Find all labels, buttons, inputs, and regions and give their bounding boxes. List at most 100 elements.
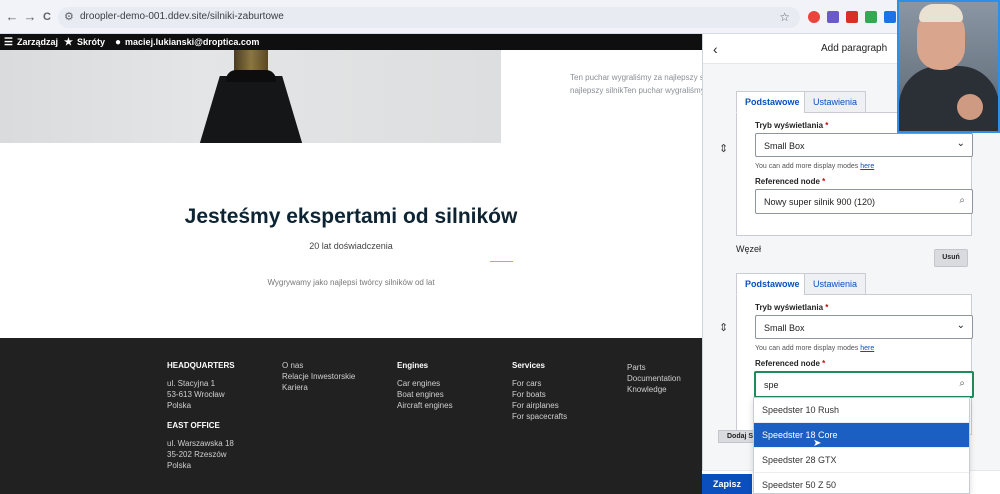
autocomplete-option[interactable]: Speedster 28 GTX	[754, 448, 969, 473]
autocomplete-option[interactable]: Speedster 50 Z 50	[754, 473, 969, 493]
referenced-node-value: spe	[764, 380, 779, 390]
required-mark: *	[825, 121, 829, 130]
footer-line: Polska	[167, 461, 192, 470]
footer-line: 53-613 Wrocław	[167, 390, 225, 399]
drag-handle-icon[interactable]: ⇕	[719, 142, 728, 155]
lamp-image	[0, 50, 501, 143]
display-mode-select[interactable]: Small Box ⌄	[755, 315, 973, 339]
back-arrow-icon[interactable]: ←	[4, 9, 20, 25]
extension-icon[interactable]	[808, 11, 820, 23]
bookmark-star-icon[interactable]: ☆	[779, 10, 790, 24]
lamp-shade	[199, 76, 303, 143]
tab-settings[interactable]: Ustawienia	[804, 273, 867, 295]
footer-col-hq: HEADQUARTERS ul. Stacyjna 1 53-613 Wrocł…	[167, 360, 235, 471]
toolbar-user-label: maciej.lukianski@droptica.com	[125, 37, 260, 47]
display-mode-value: Small Box	[764, 141, 805, 151]
remove-button[interactable]: Usuń	[934, 249, 968, 267]
section-subheading: 20 lat doświadczenia	[309, 241, 393, 251]
drag-handle-icon[interactable]: ⇕	[719, 321, 728, 334]
cup-text-line: najlepszy silnikTen puchar wygraliśmy	[570, 86, 702, 95]
site-settings-icon[interactable]: ⚙	[64, 10, 74, 23]
address-bar[interactable]: ⚙ droopler-demo-001.ddev.site/silniki-za…	[58, 7, 800, 28]
node-label: Węzeł	[736, 244, 762, 254]
tab-settings[interactable]: Ustawienia	[804, 91, 867, 113]
tab-basic[interactable]: Podstawowe	[736, 91, 809, 113]
cup-description: Ten puchar wygraliśmy za najlepszy silni…	[570, 71, 702, 97]
lamp-cap	[226, 70, 276, 82]
star-icon: ★	[64, 37, 73, 48]
search-icon: ⌕	[959, 378, 965, 389]
display-mode-hint: You can add more display modes here	[755, 163, 874, 170]
toolbar-shortcuts-label: Skróty	[76, 37, 105, 47]
user-icon: ●	[115, 37, 122, 48]
footer-link[interactable]: For airplanes	[512, 400, 567, 411]
autocomplete-dropdown: Speedster 10 Rush Speedster 18 Core Spee…	[753, 397, 970, 494]
extension-icon[interactable]	[846, 11, 858, 23]
section-lead: Wygrywamy jako najlepsi twórcy silników …	[267, 278, 435, 287]
footer-heading: HEADQUARTERS	[167, 361, 235, 370]
site-footer: HEADQUARTERS ul. Stacyjna 1 53-613 Wrocł…	[0, 338, 702, 494]
hint-link[interactable]: here	[860, 163, 874, 170]
panel-back-icon[interactable]: ‹	[713, 41, 718, 57]
tab-basic[interactable]: Podstawowe	[736, 273, 809, 295]
display-mode-label-text: Tryb wyświetlania	[755, 121, 824, 130]
referenced-node-label-text: Referenced node	[755, 359, 820, 368]
footer-heading: EAST OFFICE	[167, 421, 220, 430]
cup-text-line: Ten puchar wygraliśmy za najlepszy silni	[570, 73, 702, 82]
autocomplete-option[interactable]: Speedster 10 Rush	[754, 398, 969, 423]
footer-heading: Engines	[397, 361, 429, 370]
footer-link[interactable]: For cars	[512, 378, 567, 389]
display-mode-select[interactable]: Small Box ⌄	[755, 133, 973, 157]
footer-link[interactable]: Relacje Inwestorskie	[282, 371, 355, 382]
menu-icon: ☰	[4, 37, 13, 48]
browser-chrome: ← → C ⚙ droopler-demo-001.ddev.site/siln…	[0, 0, 1000, 34]
extension-icon[interactable]	[884, 11, 896, 23]
footer-link[interactable]: Knowledge	[627, 384, 681, 395]
footer-link[interactable]: For boats	[512, 389, 567, 400]
extension-icon[interactable]	[865, 11, 877, 23]
webcam-overlay	[897, 0, 1000, 133]
section-heading: Jesteśmy ekspertami od silników	[184, 205, 518, 228]
referenced-node-input[interactable]: Nowy super silnik 900 (120) ⌕	[755, 189, 973, 214]
footer-link[interactable]: Aircraft engines	[397, 400, 453, 411]
save-button[interactable]: Zapisz	[702, 474, 752, 494]
add-paragraph-button[interactable]: Dodaj Si	[718, 430, 758, 443]
admin-toolbar: ☰ Zarządzaj ★ Skróty ● maciej.lukianski@dro…	[0, 34, 702, 50]
referenced-node-label: Referenced node *	[755, 177, 825, 186]
panel-title: Add paragraph	[821, 43, 888, 54]
url-text: droopler-demo-001.ddev.site/silniki-zabu…	[80, 11, 284, 22]
autocomplete-option-selected[interactable]: Speedster 18 Core	[754, 423, 969, 448]
required-mark: *	[822, 177, 826, 186]
chevron-down-icon: ⌄	[956, 138, 965, 149]
footer-line: ul. Warszawska 18	[167, 439, 234, 448]
display-mode-label: Tryb wyświetlania *	[755, 121, 828, 130]
toolbar-manage[interactable]: ☰ Zarządzaj	[4, 34, 58, 50]
display-mode-label-text: Tryb wyświetlania	[755, 303, 824, 312]
toolbar-user[interactable]: ● maciej.lukianski@droptica.com	[115, 34, 259, 50]
footer-link[interactable]: Car engines	[397, 378, 453, 389]
footer-col-engines: Engines Car engines Boat engines Aircraf…	[397, 360, 453, 411]
accent-divider	[490, 261, 513, 262]
footer-link[interactable]: O nas	[282, 360, 355, 371]
chevron-down-icon: ⌄	[956, 320, 965, 331]
required-mark: *	[825, 303, 829, 312]
webcam-person-hair	[919, 4, 963, 22]
hint-text: You can add more display modes	[755, 345, 861, 352]
forward-arrow-icon[interactable]: →	[22, 9, 38, 25]
footer-col-resources: Parts Documentation Knowledge	[627, 362, 681, 395]
footer-line: ul. Stacyjna 1	[167, 379, 216, 388]
footer-link[interactable]: Kariera	[282, 382, 355, 393]
webcam-person-torso	[899, 66, 998, 131]
referenced-node-input[interactable]: spe ⌕	[754, 371, 974, 398]
footer-link[interactable]: For spacecrafts	[512, 411, 567, 422]
hint-link[interactable]: here	[860, 345, 874, 352]
footer-link[interactable]: Boat engines	[397, 389, 453, 400]
extension-icon[interactable]	[827, 11, 839, 23]
footer-link[interactable]: Parts	[627, 362, 681, 373]
reload-icon[interactable]: C	[39, 9, 55, 25]
footer-link[interactable]: Documentation	[627, 373, 681, 384]
toolbar-shortcuts[interactable]: ★ Skróty	[64, 34, 105, 50]
search-icon: ⌕	[959, 195, 965, 206]
referenced-node-label-text: Referenced node	[755, 177, 820, 186]
footer-col-services: Services For cars For boats For airplane…	[512, 360, 567, 422]
